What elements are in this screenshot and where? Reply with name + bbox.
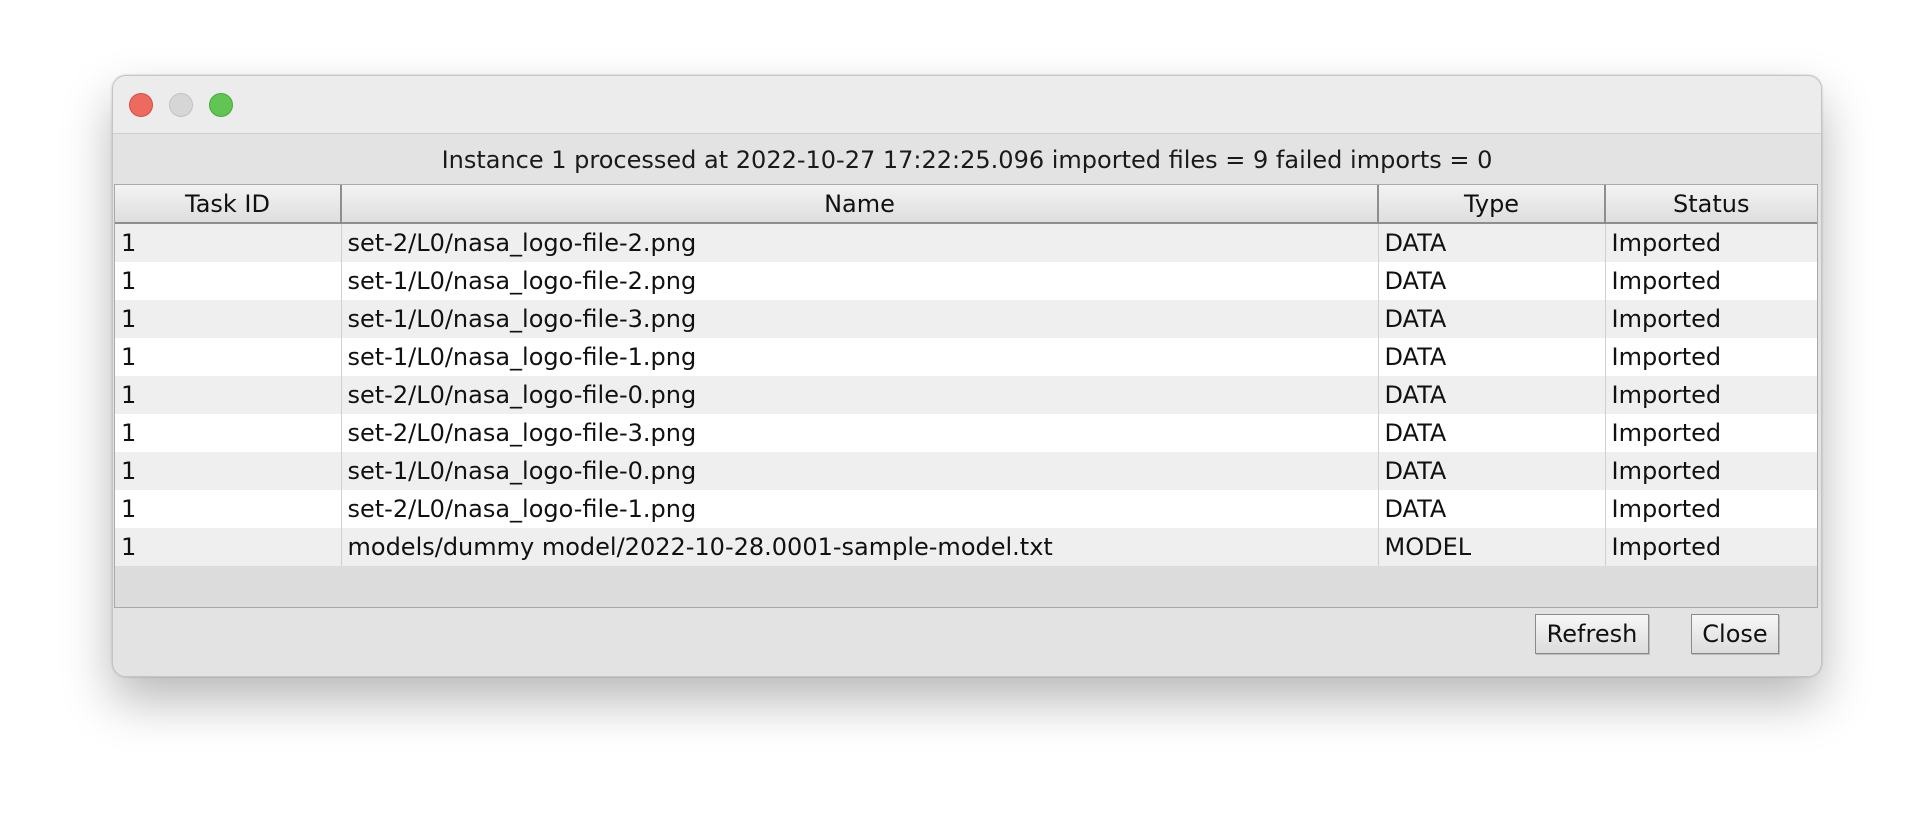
import-results-table: Task ID Name Type Status 1 set-2/L0/nasa…: [114, 184, 1818, 608]
cell-type: DATA: [1378, 300, 1606, 338]
column-header-type[interactable]: Type: [1378, 185, 1606, 224]
column-header-task-id[interactable]: Task ID: [115, 185, 342, 224]
import-summary: Instance 1 processed at 2022-10-27 17:22…: [441, 146, 1493, 174]
cell-name: set-1/L0/nasa_logo-file-3.png: [341, 300, 1379, 338]
title-bar[interactable]: [113, 76, 1821, 134]
window-minimize-icon[interactable]: [169, 93, 193, 117]
cell-task-id: 1: [115, 452, 342, 490]
table-row[interactable]: 1 set-2/L0/nasa_logo-file-3.png DATA Imp…: [115, 414, 1817, 452]
cell-name: set-1/L0/nasa_logo-file-0.png: [341, 452, 1379, 490]
cell-task-id: 1: [115, 414, 342, 452]
cell-task-id: 1: [115, 528, 342, 566]
refresh-button[interactable]: Refresh: [1535, 614, 1649, 654]
table-row[interactable]: 1 set-2/L0/nasa_logo-file-0.png DATA Imp…: [115, 376, 1817, 414]
cell-name: set-2/L0/nasa_logo-file-2.png: [341, 223, 1379, 262]
cell-type: DATA: [1378, 223, 1606, 262]
import-status-dialog: Instance 1 processed at 2022-10-27 17:22…: [112, 75, 1822, 677]
cell-status: Imported: [1605, 528, 1817, 566]
cell-task-id: 1: [115, 376, 342, 414]
table-row[interactable]: 1 set-2/L0/nasa_logo-file-2.png DATA Imp…: [115, 223, 1817, 262]
cell-task-id: 1: [115, 490, 342, 528]
table-row[interactable]: 1 set-1/L0/nasa_logo-file-2.png DATA Imp…: [115, 262, 1817, 300]
cell-type: DATA: [1378, 452, 1606, 490]
cell-name: models/dummy model/2022-10-28.0001-sampl…: [341, 528, 1379, 566]
cell-status: Imported: [1605, 452, 1817, 490]
cell-name: set-2/L0/nasa_logo-file-3.png: [341, 414, 1379, 452]
table-row[interactable]: 1 set-1/L0/nasa_logo-file-3.png DATA Imp…: [115, 300, 1817, 338]
cell-name: set-2/L0/nasa_logo-file-0.png: [341, 376, 1379, 414]
column-header-name[interactable]: Name: [341, 185, 1379, 224]
cell-status: Imported: [1605, 262, 1817, 300]
table-row[interactable]: 1 set-2/L0/nasa_logo-file-1.png DATA Imp…: [115, 490, 1817, 528]
cell-type: DATA: [1378, 376, 1606, 414]
close-button[interactable]: Close: [1691, 614, 1779, 654]
cell-status: Imported: [1605, 376, 1817, 414]
cell-task-id: 1: [115, 262, 342, 300]
column-header-status[interactable]: Status: [1605, 185, 1817, 224]
table-row[interactable]: 1 set-1/L0/nasa_logo-file-1.png DATA Imp…: [115, 338, 1817, 376]
dialog-content: Instance 1 processed at 2022-10-27 17:22…: [113, 134, 1821, 676]
cell-status: Imported: [1605, 338, 1817, 376]
cell-type: DATA: [1378, 414, 1606, 452]
cell-name: set-1/L0/nasa_logo-file-1.png: [341, 338, 1379, 376]
cell-status: Imported: [1605, 300, 1817, 338]
cell-name: set-2/L0/nasa_logo-file-1.png: [341, 490, 1379, 528]
cell-task-id: 1: [115, 300, 342, 338]
cell-status: Imported: [1605, 414, 1817, 452]
table-row[interactable]: 1 models/dummy model/2022-10-28.0001-sam…: [115, 528, 1817, 566]
cell-type: DATA: [1378, 490, 1606, 528]
cell-task-id: 1: [115, 338, 342, 376]
cell-status: Imported: [1605, 490, 1817, 528]
cell-type: DATA: [1378, 262, 1606, 300]
cell-type: MODEL: [1378, 528, 1606, 566]
cell-task-id: 1: [115, 223, 342, 262]
table-header-row: Task ID Name Type Status: [115, 185, 1817, 224]
window-maximize-icon[interactable]: [209, 93, 233, 117]
cell-status: Imported: [1605, 223, 1817, 262]
table-row[interactable]: 1 set-1/L0/nasa_logo-file-0.png DATA Imp…: [115, 452, 1817, 490]
cell-type: DATA: [1378, 338, 1606, 376]
cell-name: set-1/L0/nasa_logo-file-2.png: [341, 262, 1379, 300]
window-close-icon[interactable]: [129, 93, 153, 117]
